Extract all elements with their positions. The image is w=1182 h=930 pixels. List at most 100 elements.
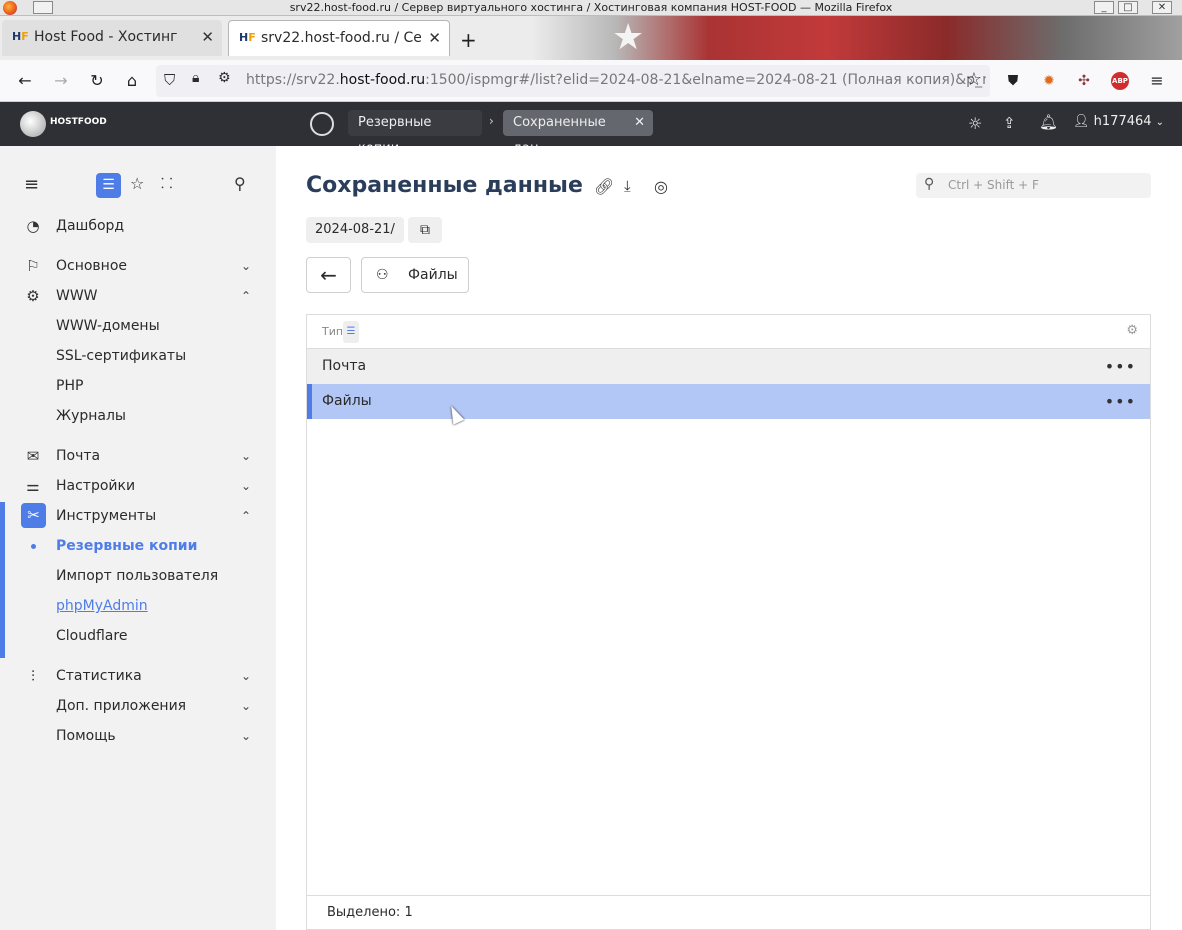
sidebar-item-php[interactable]: PHP [0, 372, 276, 400]
hamburger-icon[interactable]: ≡ [24, 174, 39, 195]
reload-icon[interactable]: ↻ [87, 71, 107, 91]
navigation-bar: ← → ↻ ⌂ ⛉ 🔒︎ ⚙︎ https://srv22.host-food.… [0, 60, 1182, 102]
table-row-selected[interactable]: Файлы ••• [307, 384, 1150, 419]
table-cell: Файлы [322, 393, 372, 409]
main-content: Сохраненные данные 🔗︎ ⤓ ◎ ⚲ Ctrl + Shift… [276, 146, 1182, 930]
sidebar-item-extra-apps[interactable]: Доп. приложения ⌄ [0, 692, 276, 720]
copy-path-button[interactable]: ⧉ [408, 217, 442, 243]
search-icon[interactable]: ⚲ [234, 174, 246, 193]
bell-icon[interactable]: 🔔︎ [1039, 113, 1058, 131]
bookmark-star-icon[interactable]: ☆ [966, 69, 982, 90]
sidebar-item-dashboard[interactable]: ◔ Дашборд [0, 212, 276, 240]
mail-icon: ✉ [26, 447, 40, 465]
theme-sun-icon[interactable]: ☼ [968, 114, 982, 133]
active-dot-icon [31, 544, 36, 549]
sidebar-item-import-user[interactable]: Импорт пользователя [0, 562, 276, 590]
puzzle-icon[interactable]: ✣ [1074, 71, 1094, 91]
more-actions-icon[interactable]: ••• [1105, 349, 1136, 384]
arrow-left-icon: ← [320, 263, 337, 287]
help-lifebuoy-icon[interactable]: ◎ [654, 177, 668, 196]
favorites-star-icon[interactable]: ☆ [130, 174, 144, 193]
table-cell: Почта [322, 358, 367, 374]
breadcrumb-backups[interactable]: Резервные копии [348, 110, 482, 156]
data-table: Тип ☰ ⚙ Почта ••• Файлы ••• Выделено: 1 [306, 314, 1151, 930]
chevron-down-icon: ⌄ [241, 669, 252, 683]
breadcrumb-saved-data[interactable]: Сохраненные дан... ✕ [503, 110, 653, 156]
sidebar-item-www[interactable]: ⚙ WWW ⌃ [0, 282, 276, 310]
dashboard-shortcut-icon[interactable] [310, 112, 334, 136]
url-bar[interactable]: ⛉ 🔒︎ ⚙︎ https://srv22.host-food.ru:1500/… [156, 65, 990, 97]
user-menu[interactable]: 👤︎ h177464 ⌄ [1073, 114, 1164, 129]
list-view-icon[interactable]: ☰ [96, 173, 121, 198]
chevron-down-icon: ⌄ [241, 699, 252, 713]
abp-icon[interactable]: ABP [1111, 72, 1129, 90]
tools-icon: ✂ [21, 503, 46, 528]
sidebar: ≡ ☰ ☆ ⸬ ⚲ ◔ Дашборд ⚐ Основное ⌄ ⚙ WWW ⌃… [0, 146, 276, 930]
url-text[interactable]: https://srv22.host-food.ru:1500/ispmgr#/… [246, 72, 986, 88]
table-header: Тип ☰ ⚙ [307, 315, 1150, 349]
tab-label: Host Food - Хостинг [34, 29, 178, 45]
chart-icon: ⫶ [31, 667, 35, 685]
table-row[interactable]: Почта ••• [307, 349, 1150, 384]
sidebar-item-logs[interactable]: Журналы [0, 402, 276, 430]
close-tab-icon[interactable]: ✕ [201, 28, 214, 46]
close-tab-icon[interactable]: ✕ [428, 29, 441, 47]
table-settings-gear-icon[interactable]: ⚙ [1126, 323, 1138, 338]
hf-favicon-icon: HF [239, 31, 256, 44]
sidebar-item-ssl[interactable]: SSL-сертификаты [0, 342, 276, 370]
chevron-down-icon: ⌄ [241, 729, 252, 743]
logo[interactable]: HOSTFOOD [20, 111, 110, 137]
selected-row-indicator [307, 384, 312, 419]
files-button[interactable]: ⚇ Файлы [361, 257, 469, 293]
chevron-down-icon: ⌄ [241, 259, 252, 273]
logo-text: HOSTFOOD [50, 117, 107, 127]
sidebar-item-phpmyadmin[interactable]: phpMyAdmin [0, 592, 276, 620]
copy-icon: ⧉ [420, 222, 430, 238]
sidebar-item-www-domains[interactable]: WWW-домены [0, 312, 276, 340]
table-footer: Выделено: 1 [307, 895, 1150, 929]
home-icon[interactable]: ⌂ [122, 71, 142, 91]
app-header: HOSTFOOD Резервные копии › Сохраненные д… [0, 102, 1182, 156]
window-title: srv22.host-food.ru / Сервер виртуального… [289, 1, 893, 14]
chevron-up-icon: ⌃ [241, 509, 252, 523]
new-tab-icon[interactable]: + [460, 28, 477, 52]
tab-label: srv22.host-food.ru / Серве [261, 30, 421, 46]
page-title: Сохраненные данные [306, 173, 583, 198]
sidebar-item-cloudflare[interactable]: Cloudflare [0, 622, 276, 650]
sidebar-item-help[interactable]: Помощь ⌄ [0, 722, 276, 750]
link-icon[interactable]: 🔗︎ [594, 177, 614, 196]
column-header-type[interactable]: Тип [322, 325, 343, 338]
chevron-up-icon: ⌃ [241, 289, 252, 303]
sidebar-item-main[interactable]: ⚐ Основное ⌄ [0, 252, 276, 280]
forward-arrow-icon[interactable]: → [51, 71, 71, 91]
sidebar-item-statistics[interactable]: ⫶ Статистика ⌄ [0, 662, 276, 690]
hamburger-menu-icon[interactable]: ≡ [1147, 71, 1167, 91]
sidebar-item-tools[interactable]: ✂ Инструменты ⌃ [0, 502, 276, 530]
tab-host-food[interactable]: HF Host Food - Хостинг ✕ [2, 20, 222, 56]
sort-icon[interactable]: ☰ [343, 321, 359, 343]
search-placeholder: Ctrl + Shift + F [948, 178, 1039, 192]
close-window-button[interactable]: ✕ [1152, 1, 1172, 14]
close-breadcrumb-icon[interactable]: ✕ [634, 110, 645, 136]
chevron-down-icon: ⌄ [1155, 117, 1165, 128]
download-icon[interactable]: ⤓ [624, 177, 631, 195]
sidebar-item-mail[interactable]: ✉ Почта ⌄ [0, 442, 276, 470]
sidebar-item-backups[interactable]: Резервные копии [0, 532, 276, 560]
more-actions-icon[interactable]: ••• [1105, 384, 1136, 419]
back-button[interactable]: ← [306, 257, 351, 293]
shield-icon[interactable]: ⛉ [164, 71, 175, 89]
glasses-icon: ⚇ [376, 267, 389, 283]
footsteps-icon[interactable]: ⸬ [161, 174, 173, 193]
back-arrow-icon[interactable]: ← [15, 71, 35, 91]
search-field[interactable]: ⚲ Ctrl + Shift + F [916, 173, 1151, 198]
search-icon: ⚲ [924, 176, 935, 192]
minimize-button[interactable]: _ [1094, 1, 1114, 14]
pocket-icon[interactable]: ⛊ [1003, 71, 1023, 91]
fox-icon[interactable]: ✹ [1039, 71, 1059, 91]
permissions-icon[interactable]: ⚙︎ [218, 70, 231, 86]
upload-icon[interactable]: ⇪ [1003, 114, 1016, 132]
maximize-button[interactable]: □ [1118, 1, 1138, 14]
tab-srv22[interactable]: HF srv22.host-food.ru / Серве ✕ [228, 20, 450, 56]
sidebar-item-settings[interactable]: ⚌ Настройки ⌄ [0, 472, 276, 500]
lock-icon[interactable]: 🔒︎ [192, 70, 199, 86]
